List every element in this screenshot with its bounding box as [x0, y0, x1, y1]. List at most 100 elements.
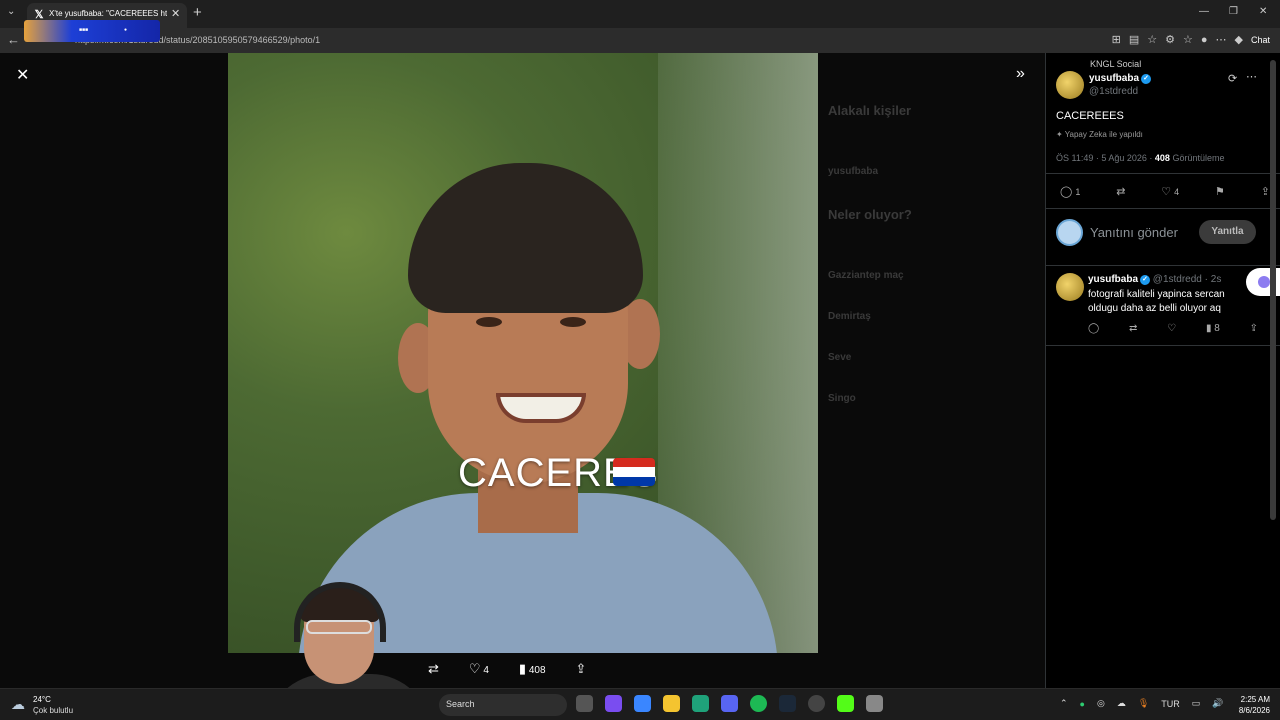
- cloud-tray-icon[interactable]: ☁: [1117, 698, 1126, 709]
- tab-list-chevron-icon[interactable]: ⌄: [7, 6, 15, 17]
- favorite-star-icon[interactable]: ☆: [1147, 33, 1157, 46]
- system-tray: ⌃ ● ◎ ☁ 🎙 TUR ▭ 🔊: [1060, 698, 1224, 709]
- reply-input[interactable]: Yanıtını gönder: [1090, 225, 1178, 240]
- trend-item: Seve: [828, 352, 852, 363]
- avatar[interactable]: [1056, 71, 1084, 99]
- reply-text: fotografi kaliteli yapinca sercan oldugu…: [1088, 289, 1225, 314]
- assistant-icon: [1258, 276, 1270, 288]
- tweet-photo[interactable]: CACERES: [228, 53, 818, 653]
- temperature[interactable]: 24°C: [33, 695, 51, 704]
- retweet-icon[interactable]: ⇄: [1116, 185, 1125, 198]
- author-handle[interactable]: @1stdredd: [1089, 86, 1138, 97]
- file-explorer-icon[interactable]: [663, 695, 680, 712]
- chat-button[interactable]: Chat: [1251, 35, 1270, 45]
- settings-icon[interactable]: [866, 695, 883, 712]
- like-action[interactable]: ♡ 4: [469, 661, 489, 677]
- retweet-icon[interactable]: ⇄: [1129, 323, 1137, 334]
- weather-description[interactable]: Çok bulutlu: [33, 706, 73, 715]
- steam-icon[interactable]: [779, 695, 796, 712]
- scrollbar[interactable]: [1270, 60, 1276, 520]
- photo-eye: [476, 317, 502, 327]
- clock[interactable]: 2:25 AM 8/6/2026: [1228, 694, 1270, 716]
- views-action[interactable]: ▮ 408: [519, 661, 546, 677]
- back-arrow-icon[interactable]: ←: [7, 32, 20, 47]
- sparkle-icon: ✦: [1056, 130, 1063, 139]
- discord-icon[interactable]: [721, 695, 738, 712]
- minimize-icon[interactable]: —: [1199, 6, 1209, 17]
- store-icon[interactable]: [634, 695, 651, 712]
- dimmed-sidebar: Alakalı kişiler yusufbaba Neler oluyor? …: [828, 103, 1028, 434]
- kick-icon[interactable]: [837, 695, 854, 712]
- photo-eye: [560, 317, 586, 327]
- cloud-icon[interactable]: ☁: [11, 696, 25, 713]
- like-action[interactable]: ♡ 4: [1161, 185, 1179, 198]
- steam-tray-icon[interactable]: ◎: [1097, 698, 1105, 709]
- heart-icon[interactable]: ♡: [1167, 323, 1176, 334]
- verified-icon: ✓: [1140, 275, 1151, 285]
- more-icon[interactable]: ⋯: [1216, 33, 1227, 46]
- tweet-view-count: 408: [1154, 153, 1170, 163]
- status-dot-icon[interactable]: ●: [1080, 699, 1085, 709]
- reply-view-count: 8: [1214, 323, 1220, 334]
- author-name[interactable]: yusufbaba ✓: [1089, 73, 1152, 84]
- reply-icon: ◯: [1060, 186, 1073, 198]
- split-screen-icon[interactable]: ⊞: [1112, 33, 1121, 46]
- divider: [1046, 208, 1280, 209]
- new-tab-icon[interactable]: +: [193, 4, 202, 21]
- clock-date: 8/6/2026: [1238, 706, 1270, 715]
- more-options-icon[interactable]: ⋯: [1246, 70, 1257, 83]
- share-icon[interactable]: ⇪: [1250, 323, 1258, 334]
- tweet-text: CACEREEES: [1056, 110, 1124, 122]
- share-icon[interactable]: ⇪: [1261, 185, 1270, 198]
- views-action[interactable]: ▮ 8: [1206, 323, 1220, 334]
- ai-note-text: Yapay Zeka ile yapıldı: [1064, 130, 1143, 139]
- photo-viewer: ✕ » Alakalı kişiler yusufbaba Neler oluy…: [0, 53, 1045, 688]
- browser-tab-bar: ⌄ 𝕏 X'te yusufbaba: "CACEREEES htt ✕ + —…: [0, 0, 1280, 28]
- clock-time: 2:25 AM: [1240, 695, 1270, 704]
- copilot-icon[interactable]: ◆: [1235, 33, 1243, 46]
- tab-close-icon[interactable]: ✕: [171, 7, 180, 20]
- paraguay-flag-icon: [613, 458, 655, 486]
- reply-actions: ◯ ⇄ ♡ ▮ 8 ⇪: [1088, 323, 1258, 334]
- address-bar: ← https://x.com/1stdredd/status/20851059…: [0, 28, 1280, 53]
- reply-action[interactable]: ◯ 1: [1060, 185, 1080, 198]
- obs-icon[interactable]: [808, 695, 825, 712]
- extensions-icon[interactable]: ⚙: [1165, 33, 1175, 46]
- tweet-meta: ÖS 11:49 · 5 Ağu 2026 · 408 Görüntüleme: [1056, 153, 1225, 163]
- tab-title: X'te yusufbaba: "CACEREEES htt: [49, 9, 167, 18]
- reply-author-name[interactable]: yusufbaba ✓ @1stdredd · 2s: [1088, 274, 1221, 285]
- collections-icon[interactable]: ☆: [1183, 33, 1193, 46]
- avatar[interactable]: [1056, 273, 1084, 301]
- avatar: [1056, 219, 1083, 246]
- language-indicator[interactable]: TUR: [1161, 699, 1180, 709]
- community-label[interactable]: KNGL Social: [1090, 59, 1141, 69]
- close-icon[interactable]: ✕: [16, 65, 29, 85]
- grok-icon[interactable]: ⟳: [1228, 72, 1237, 85]
- like-count: 4: [483, 665, 489, 676]
- profile-icon[interactable]: ●: [1201, 34, 1208, 46]
- flag-stripe: [613, 458, 655, 468]
- bookmark-icon[interactable]: ⚑: [1215, 185, 1225, 198]
- reader-icon[interactable]: ▤: [1129, 33, 1139, 46]
- copilot-app-icon[interactable]: [605, 695, 622, 712]
- divider: [1046, 173, 1280, 174]
- taskbar-search[interactable]: Search: [439, 694, 567, 716]
- network-icon[interactable]: ▭: [1192, 698, 1201, 709]
- reply-button[interactable]: Yanıtla: [1199, 220, 1256, 244]
- volume-icon[interactable]: 🔊: [1212, 698, 1223, 709]
- share-icon[interactable]: ⇪: [576, 661, 587, 677]
- task-view-icon[interactable]: [576, 695, 593, 712]
- window-close-icon[interactable]: ✕: [1259, 6, 1267, 17]
- reply-count: 1: [1075, 187, 1081, 197]
- reply-icon[interactable]: ◯: [1088, 323, 1099, 334]
- tweet-timestamp[interactable]: ÖS 11:49 · 5 Ağu 2026 ·: [1056, 153, 1152, 163]
- tweet-panel: KNGL Social yusufbaba ✓ @1stdredd ⟳ ⋯ CAC…: [1045, 53, 1280, 688]
- maximize-icon[interactable]: ❐: [1229, 6, 1238, 17]
- spotify-icon[interactable]: [750, 695, 767, 712]
- windows-taskbar: ☁ 24°C Çok bulutlu Search ⌃ ● ◎ ☁ 🎙 TUR …: [0, 688, 1280, 720]
- edge-icon[interactable]: [692, 695, 709, 712]
- chevron-up-icon[interactable]: ⌃: [1060, 698, 1068, 709]
- taskbar-apps: [576, 695, 883, 712]
- expand-panel-icon[interactable]: »: [1016, 65, 1025, 83]
- microphone-icon[interactable]: 🎙: [1138, 698, 1149, 709]
